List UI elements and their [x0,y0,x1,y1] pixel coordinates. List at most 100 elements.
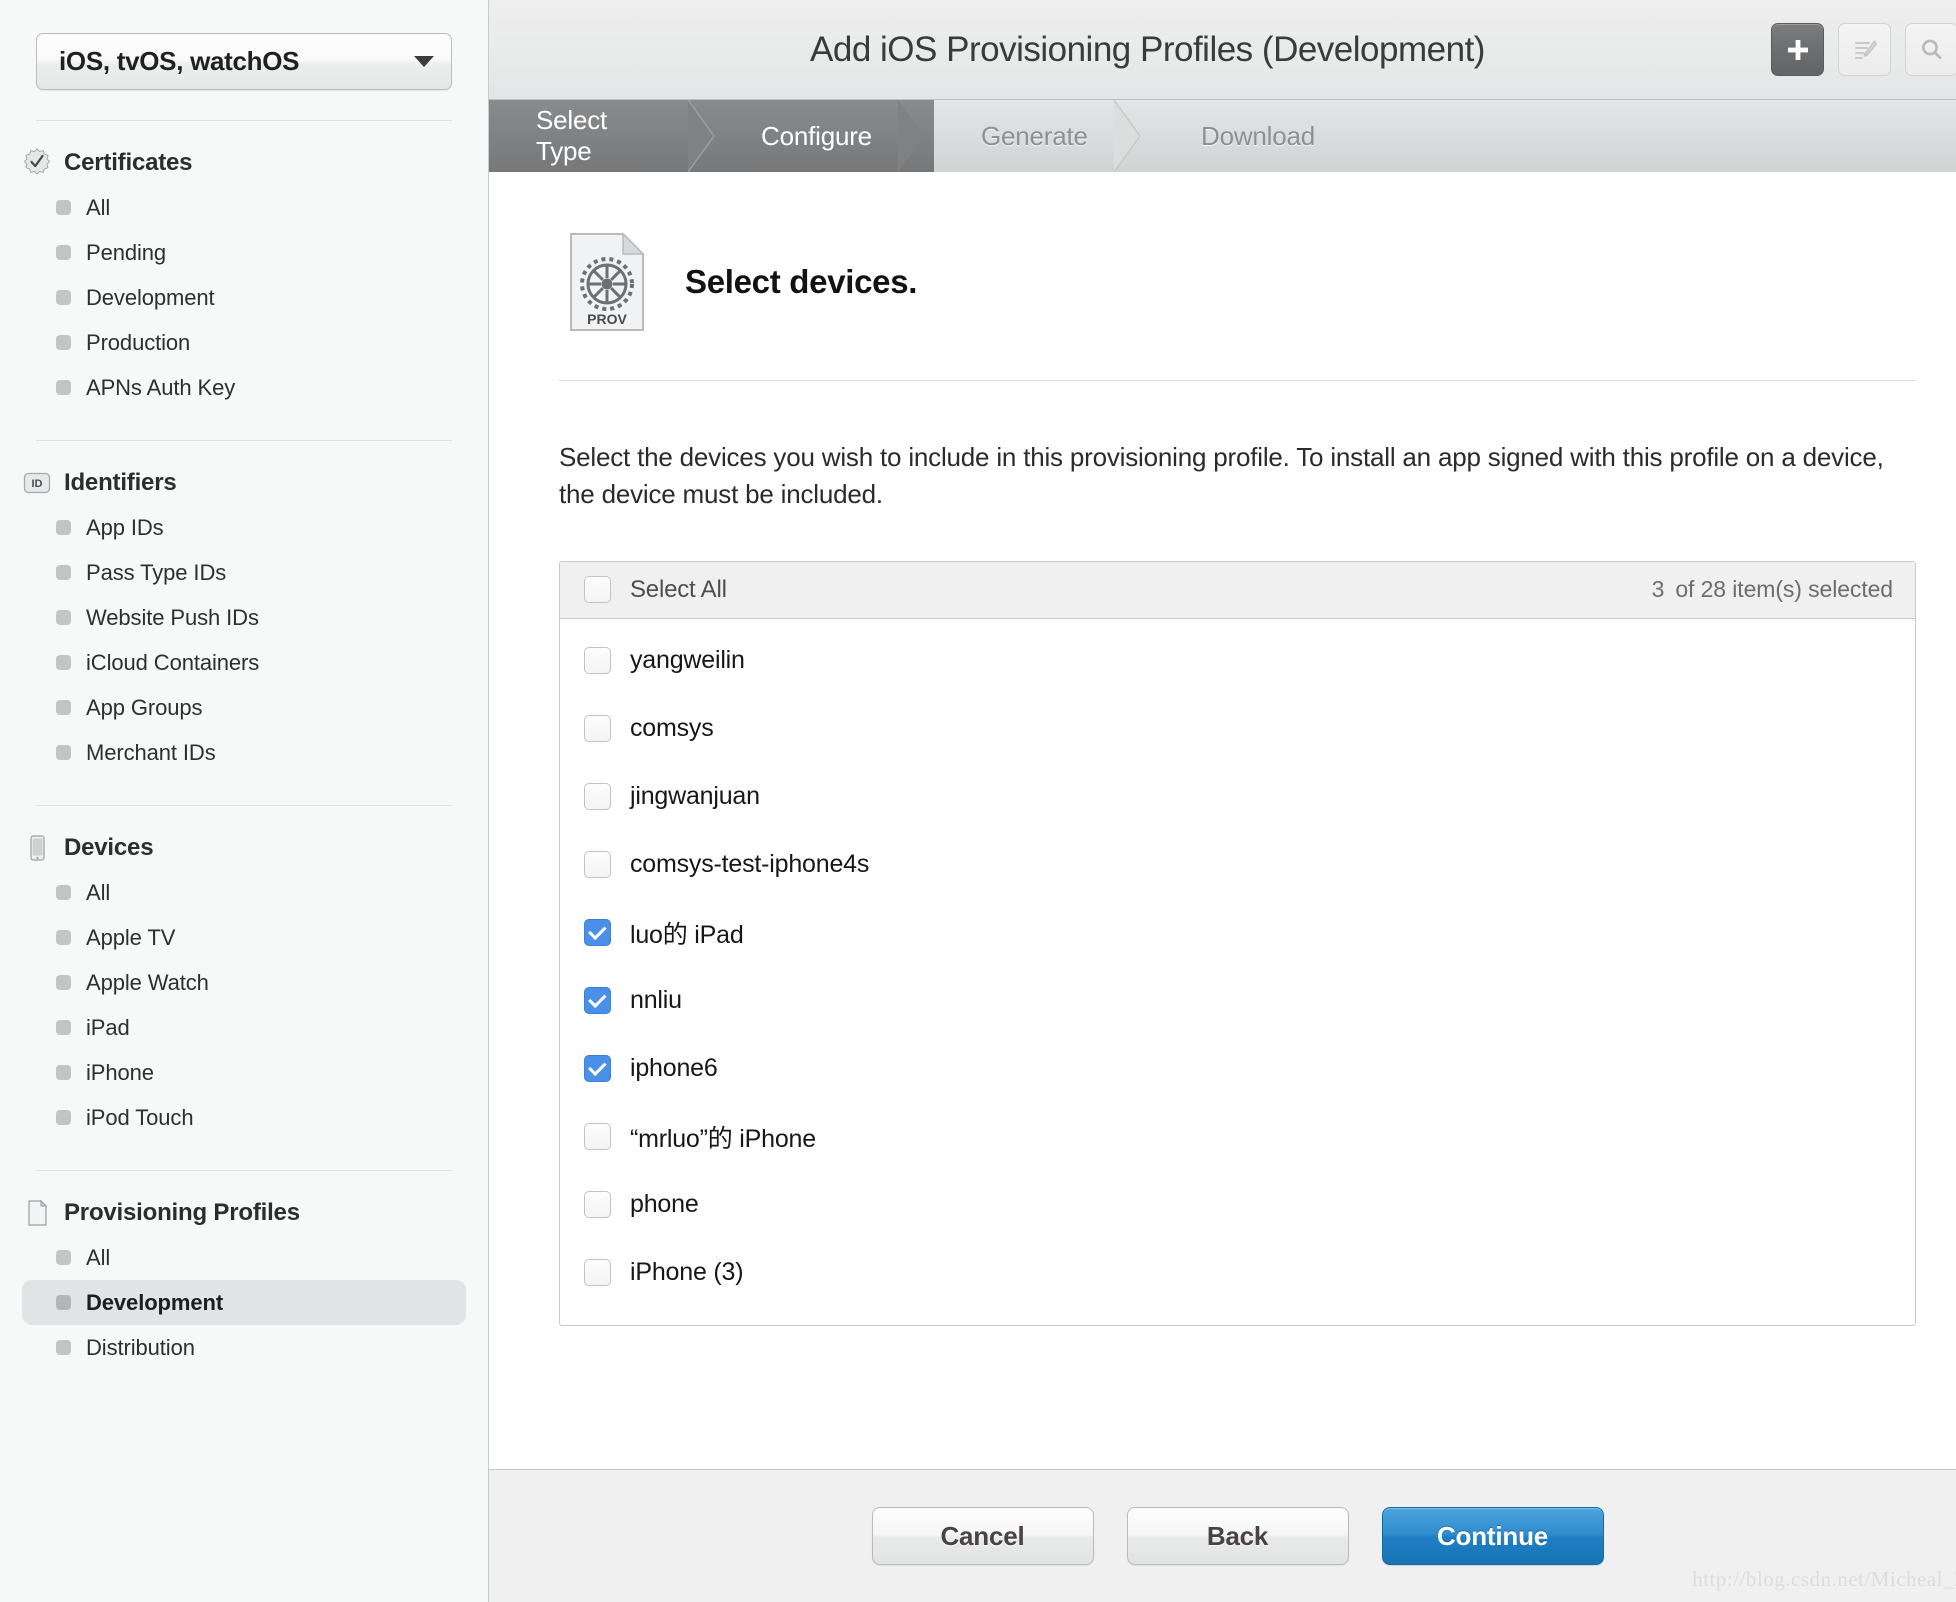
device-checkbox[interactable] [584,1191,611,1219]
continue-button[interactable]: Continue [1381,1507,1604,1565]
device-checkbox[interactable] [584,783,611,811]
sidebar-item-app-ids[interactable]: App IDs [22,505,466,550]
table-row[interactable]: phone [560,1171,1915,1239]
step-label: Generate [981,120,1088,151]
watermark-text: http://blog.csdn.net/Micheal_ZJ [1692,1567,1956,1591]
table-row[interactable]: comsys [560,695,1915,763]
sidebar-group-title: Devices [64,834,154,861]
device-checkbox[interactable] [584,715,611,743]
select-all-checkbox[interactable] [584,576,611,604]
sidebar-item-ipod-touch[interactable]: iPod Touch [22,1095,466,1140]
sidebar-item-profiles-distribution[interactable]: Distribution [22,1325,466,1370]
bullet-icon [56,975,71,990]
table-row[interactable]: iphone6 [560,1035,1915,1103]
bullet-icon [56,930,71,945]
sidebar-item-label: Development [86,1289,224,1315]
bullet-icon [56,885,71,900]
bullet-icon [56,565,71,580]
sidebar-item-merchant-ids[interactable]: Merchant IDs [22,730,466,775]
add-button[interactable] [1771,23,1824,76]
sidebar-item-label: All [86,194,111,220]
sidebar-group-identifiers: ID Identifiers App IDs Pass Type IDs Web… [0,441,488,775]
device-name: comsys [630,714,714,743]
sidebar-item-label: Production [86,329,191,355]
table-row[interactable]: iPhone (3) [560,1239,1915,1307]
sidebar-item-label: Distribution [86,1334,195,1360]
table-row[interactable]: yangweilin [560,627,1915,695]
footer-actions: Cancel Back Continue http://blog.csdn.ne… [489,1469,1956,1602]
sidebar-item-label: APNs Auth Key [86,374,236,400]
back-button[interactable]: Back [1126,1507,1349,1565]
device-name: iphone6 [630,1054,718,1083]
bullet-icon [56,1020,71,1035]
sidebar-item-certificates-apns-auth-key[interactable]: APNs Auth Key [22,365,466,410]
search-button[interactable] [1905,23,1956,76]
section-divider [559,380,1916,381]
table-row[interactable]: “mrluo”的 iPhone [560,1103,1915,1171]
sidebar-item-label: Development [86,284,215,310]
sidebar-item-label: Merchant IDs [86,739,216,765]
select-all-group[interactable]: Select All [584,576,727,604]
sidebar-item-profiles-development[interactable]: Development [22,1280,466,1325]
device-name: yangweilin [630,646,745,675]
provisioning-portal-window: iOS, tvOS, watchOS Certificates All Pend… [0,0,1956,1602]
sidebar-item-iphone[interactable]: iPhone [22,1050,466,1095]
selected-count-status: 3 of 28 item(s) selected [1652,576,1893,603]
step-label: Select Type [536,105,608,166]
sidebar-item-apple-tv[interactable]: Apple TV [22,915,466,960]
sidebar-item-apple-watch[interactable]: Apple Watch [22,960,466,1005]
bullet-icon [56,335,71,350]
svg-text:ID: ID [32,478,43,490]
sidebar-item-label: iCloud Containers [86,649,260,675]
device-name: luo的 iPad [630,920,744,949]
step-configure[interactable]: Configure [714,100,934,172]
sidebar-group-title: Identifiers [64,469,177,496]
sidebar-item-certificates-development[interactable]: Development [22,275,466,320]
sidebar-group-title: Provisioning Profiles [64,1199,300,1226]
device-checkbox[interactable] [584,851,611,879]
device-checkbox[interactable] [584,647,611,675]
table-row[interactable]: nnliu [560,967,1915,1035]
sidebar-item-certificates-production[interactable]: Production [22,320,466,365]
step-download[interactable]: Download [1154,100,1956,172]
selected-count-text: of 28 item(s) selected [1675,576,1893,603]
device-checkbox[interactable] [584,1055,611,1083]
sidebar-item-pass-type-ids[interactable]: Pass Type IDs [22,550,466,595]
sidebar-item-label: iPod Touch [86,1104,194,1130]
sidebar: iOS, tvOS, watchOS Certificates All Pend… [0,0,489,1602]
search-icon [1921,39,1941,59]
bullet-icon [56,700,71,715]
sidebar-item-ipad[interactable]: iPad [22,1005,466,1050]
header-actions [1771,23,1956,76]
device-checkbox[interactable] [584,987,611,1015]
sidebar-group-devices: Devices All Apple TV Apple Watch iPad iP… [0,806,488,1140]
sidebar-group-provisioning-profiles: Provisioning Profiles All Development Di… [0,1171,488,1370]
device-checkbox[interactable] [584,1259,611,1287]
table-row[interactable]: jingwanjuan [560,763,1915,831]
sidebar-item-label: All [86,879,111,905]
document-page-icon [22,1198,52,1228]
edit-button[interactable] [1838,23,1891,76]
sidebar-item-certificates-all[interactable]: All [22,185,466,230]
table-row[interactable]: comsys-test-iphone4s [560,831,1915,899]
sidebar-item-label: Pending [86,239,167,265]
table-row[interactable]: luo的 iPad [560,899,1915,967]
sidebar-item-icloud-containers[interactable]: iCloud Containers [22,640,466,685]
edit-pencil-icon [1854,40,1877,59]
sidebar-item-app-groups[interactable]: App Groups [22,685,466,730]
os-platform-select[interactable]: iOS, tvOS, watchOS [36,33,452,90]
step-select-type[interactable]: Select Type [489,100,715,172]
device-name: iPhone (3) [630,1258,744,1287]
cancel-button[interactable]: Cancel [871,1507,1094,1565]
sidebar-item-certificates-pending[interactable]: Pending [22,230,466,275]
step-generate[interactable]: Generate [934,100,1154,172]
device-checkbox[interactable] [584,919,611,947]
os-platform-select-label: iOS, tvOS, watchOS [59,46,300,76]
devices-table-rows: yangweilin comsys jingwanjuan comsys-tes… [560,619,1915,1325]
sidebar-item-devices-all[interactable]: All [22,870,466,915]
sidebar-item-label: App Groups [86,694,203,720]
sidebar-item-label: Pass Type IDs [86,559,227,585]
sidebar-item-profiles-all[interactable]: All [22,1235,466,1280]
sidebar-item-website-push-ids[interactable]: Website Push IDs [22,595,466,640]
device-checkbox[interactable] [584,1123,611,1151]
